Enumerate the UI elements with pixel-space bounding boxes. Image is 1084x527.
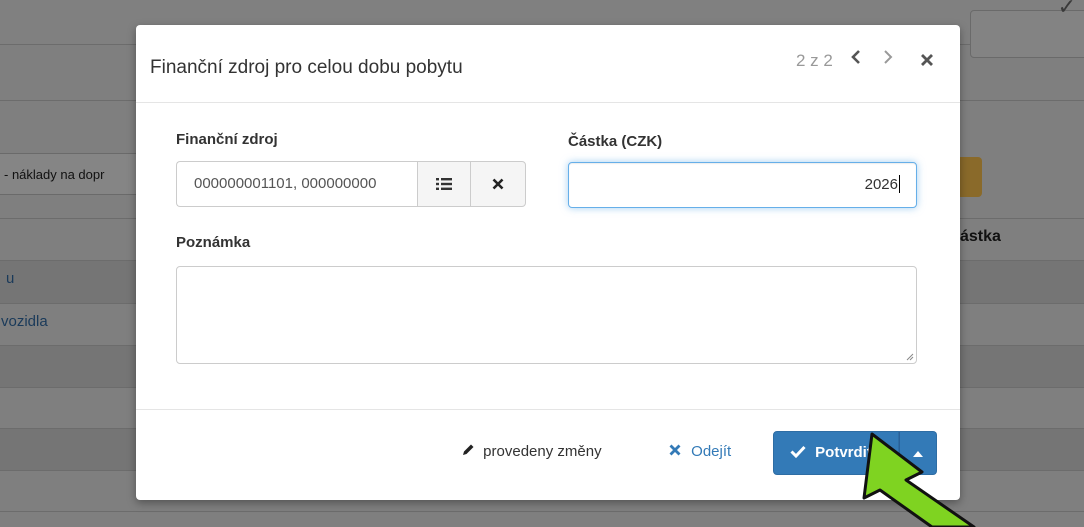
leave-button[interactable]: Odejít (669, 443, 731, 460)
check-icon (790, 444, 815, 461)
chevron-left-icon[interactable] (846, 49, 866, 71)
background-link: vozidla (1, 313, 48, 330)
fund-label: Finanční zdroj (176, 131, 278, 148)
amount-input[interactable]: 2026 (568, 162, 917, 208)
modal-title: Finanční zdroj pro celou dobu pobytu (150, 57, 463, 78)
resize-grip-icon[interactable] (904, 351, 914, 361)
background-orange-button (958, 157, 982, 197)
check-icon: ✓ (1057, 0, 1076, 19)
pointer-arrow (862, 432, 976, 527)
modal-header: Finanční zdroj pro celou dobu pobytu 2 z… (136, 25, 960, 103)
clear-icon (492, 177, 504, 194)
note-label: Poznámka (176, 234, 251, 251)
background-select: - náklady na dopr (0, 153, 143, 195)
leave-label: Odejít (691, 443, 732, 460)
note-textarea[interactable] (176, 266, 917, 364)
pager-count: 2 z 2 (796, 51, 833, 70)
text-cursor (899, 174, 900, 193)
close-icon[interactable] (916, 49, 938, 71)
times-icon (669, 443, 691, 460)
background-column-header: ástka (960, 228, 1001, 245)
background-link: u (6, 270, 15, 287)
amount-value: 2026 (864, 176, 898, 193)
list-icon (436, 178, 452, 195)
pencil-icon (461, 443, 483, 460)
amount-label: Částka (CZK) (568, 133, 663, 150)
list-button[interactable] (417, 161, 471, 207)
changes-label: provedeny změny (483, 443, 602, 460)
changes-link[interactable]: provedeny změny (461, 443, 602, 460)
clear-button[interactable] (470, 161, 526, 207)
modal-dialog: Finanční zdroj pro celou dobu pobytu 2 z… (136, 25, 960, 500)
chevron-right-icon[interactable] (878, 49, 898, 71)
fund-input[interactable]: 000000001101, 000000000 (176, 161, 417, 207)
